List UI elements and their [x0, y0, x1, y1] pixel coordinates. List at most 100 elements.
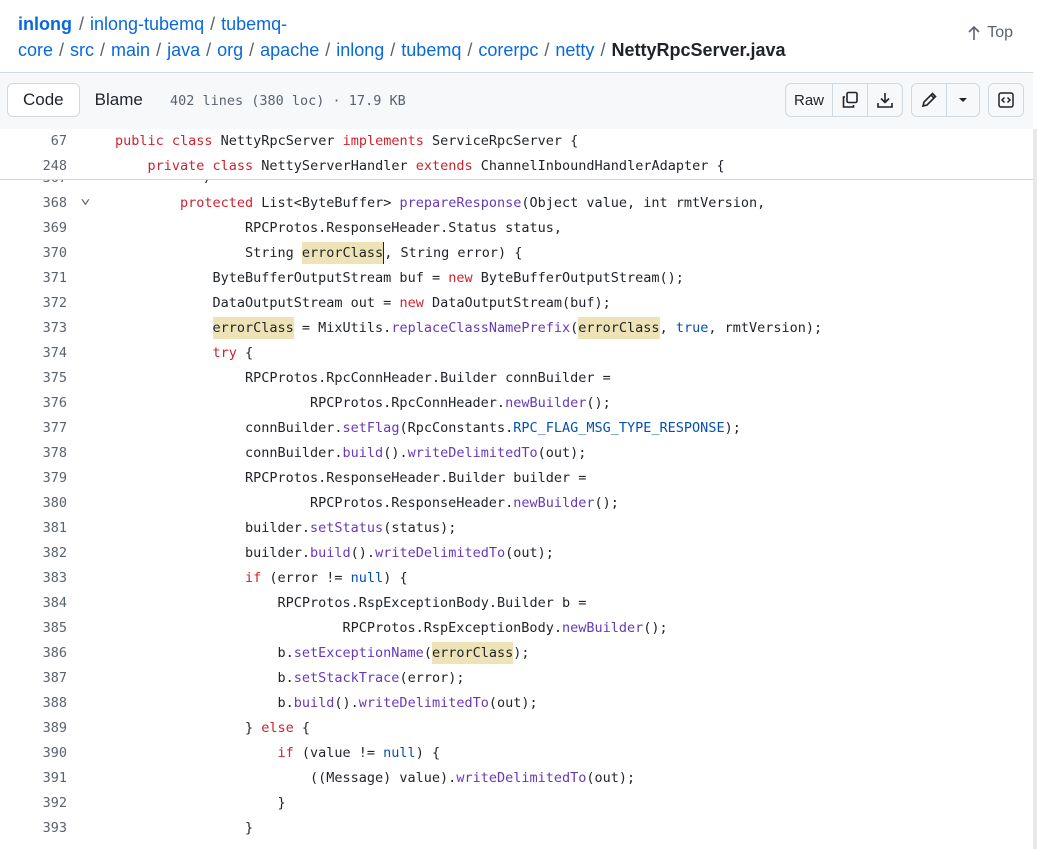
- copy-button[interactable]: [833, 84, 868, 116]
- code-token: ();: [643, 620, 668, 636]
- code-token: ().: [350, 545, 376, 561]
- breadcrumb-link[interactable]: tubemq: [401, 40, 461, 60]
- breadcrumb-link[interactable]: netty: [555, 40, 594, 60]
- file-actions-group: Raw: [785, 83, 903, 117]
- line-number[interactable]: 370: [0, 241, 67, 266]
- breadcrumb-separator: /: [467, 40, 473, 60]
- line-number[interactable]: 372: [0, 291, 67, 316]
- code-line: 387 b.setStackTrace(error);: [0, 666, 1033, 691]
- line-number[interactable]: 369: [0, 216, 67, 241]
- code-token: newBuilder: [513, 495, 595, 511]
- code-line: 392}: [0, 791, 1033, 816]
- code-line: 371 ByteBufferOutputStream buf = new Byte…: [0, 266, 1033, 291]
- code-token: else: [261, 720, 302, 736]
- line-number[interactable]: 374: [0, 341, 67, 366]
- code-text: errorClass = MixUtils.replaceClassNamePr…: [212, 316, 822, 341]
- code-token: writeDelimitedTo: [375, 545, 506, 561]
- code-token: setExceptionName: [293, 645, 424, 661]
- line-number[interactable]: 377: [0, 416, 67, 441]
- line-number[interactable]: 387: [0, 666, 67, 691]
- line-number[interactable]: 373: [0, 316, 67, 341]
- edit-button[interactable]: [912, 84, 947, 116]
- code-text: private class NettyServerHandler extends…: [148, 154, 725, 179]
- code-token: true: [675, 320, 709, 336]
- code-line: 367 */: [0, 179, 1033, 191]
- code-line: 373 errorClass = MixUtils.replaceClassNam…: [0, 316, 1033, 341]
- code-line: 379 RPCProtos.ResponseHeader.Builder buil…: [0, 466, 1033, 491]
- line-number[interactable]: 390: [0, 741, 67, 766]
- breadcrumb-link[interactable]: org: [217, 40, 243, 60]
- back-to-top-link[interactable]: Top: [967, 24, 1013, 42]
- tab-code[interactable]: Code: [7, 83, 80, 117]
- line-number[interactable]: 393: [0, 816, 67, 841]
- code-line: 377 connBuilder.setFlag(RpcConstants.RPC_…: [0, 416, 1033, 441]
- code-token: (: [423, 645, 432, 661]
- scrollbar[interactable]: [1033, 129, 1037, 849]
- code-token: DataOutputStream(buf);: [431, 295, 611, 311]
- line-number[interactable]: 392: [0, 791, 67, 816]
- line-number[interactable]: 367: [0, 179, 67, 191]
- breadcrumb-link[interactable]: src: [70, 40, 94, 60]
- line-number[interactable]: 379: [0, 466, 67, 491]
- raw-button[interactable]: Raw: [786, 84, 833, 116]
- code-token: newBuilder: [505, 395, 587, 411]
- code-token: (Object value, int rmtVersion,: [521, 195, 766, 211]
- line-number[interactable]: 378: [0, 441, 67, 466]
- symbols-button[interactable]: [989, 84, 1023, 116]
- code-line: 368 ⌄ protected List<ByteBuffer> prepareRe…: [0, 187, 1033, 216]
- breadcrumb-repo-link[interactable]: inlong: [18, 14, 72, 34]
- code-text: try {: [213, 341, 254, 366]
- line-number[interactable]: 376: [0, 391, 67, 416]
- code-line: 375 RPCProtos.RpcConnHeader.Builder connB…: [0, 366, 1033, 391]
- breadcrumb-link[interactable]: inlong: [336, 40, 384, 60]
- breadcrumb-separator: /: [390, 40, 396, 60]
- line-number[interactable]: 391: [0, 766, 67, 791]
- code-text: b.setStackTrace(error);: [278, 666, 465, 691]
- code-token: ((Message) value).: [310, 770, 457, 786]
- line-number[interactable]: 380: [0, 491, 67, 516]
- code-token: replaceClassNamePrefix: [391, 320, 571, 336]
- tab-blame[interactable]: Blame: [80, 83, 158, 117]
- line-number[interactable]: 67: [0, 129, 67, 154]
- code-token: NettyRpcServer: [220, 133, 343, 149]
- code-line: 386 b.setExceptionName(errorClass);: [0, 641, 1033, 666]
- line-number[interactable]: 386: [0, 641, 67, 666]
- line-number[interactable]: 388: [0, 691, 67, 716]
- view-mode-toggle: Code Blame: [7, 83, 158, 117]
- fold-chevron-icon[interactable]: ⌄: [80, 185, 91, 210]
- breadcrumb-link[interactable]: java: [167, 40, 200, 60]
- triangle-down-icon: [959, 98, 967, 102]
- line-number[interactable]: 371: [0, 266, 67, 291]
- code-text: String errorClass, String error) {: [245, 241, 522, 266]
- line-number[interactable]: 368: [0, 191, 67, 216]
- symbol-highlight: errorClass: [578, 317, 660, 339]
- download-button[interactable]: [868, 84, 902, 116]
- line-number[interactable]: 248: [0, 154, 67, 179]
- line-number[interactable]: 389: [0, 716, 67, 741]
- code-token: prepareResponse: [399, 195, 522, 211]
- line-number[interactable]: 375: [0, 366, 67, 391]
- code-text: }: [245, 816, 253, 841]
- line-number[interactable]: 383: [0, 566, 67, 591]
- code-line: 380 RPCProtos.ResponseHeader.newBuilder()…: [0, 491, 1033, 516]
- code-token: RPCProtos.RpcConnHeader.Builder connBuil…: [245, 370, 611, 386]
- code-token: , String error) {: [384, 245, 523, 261]
- code-token: ByteBufferOutputStream();: [480, 270, 684, 286]
- breadcrumb-separator: /: [249, 40, 255, 60]
- code-token: null: [383, 745, 416, 761]
- breadcrumb-link[interactable]: corerpc: [478, 40, 538, 60]
- edit-dropdown-button[interactable]: [947, 84, 979, 116]
- line-number[interactable]: 382: [0, 541, 67, 566]
- code-text: protected List<ByteBuffer> prepareRespon…: [180, 191, 765, 216]
- line-number[interactable]: 381: [0, 516, 67, 541]
- code-text: b.build().writeDelimitedTo(out);: [278, 691, 538, 716]
- line-number[interactable]: 385: [0, 616, 67, 641]
- breadcrumb-link[interactable]: main: [111, 40, 150, 60]
- breadcrumb-link[interactable]: inlong-tubemq: [90, 14, 204, 34]
- symbols-panel-toggle[interactable]: [988, 83, 1024, 117]
- line-number[interactable]: 384: [0, 591, 67, 616]
- code-token: writeDelimitedTo: [358, 695, 489, 711]
- code-text: builder.build().writeDelimitedTo(out);: [245, 541, 554, 566]
- breadcrumb-separator: /: [210, 14, 216, 34]
- breadcrumb-link[interactable]: apache: [260, 40, 319, 60]
